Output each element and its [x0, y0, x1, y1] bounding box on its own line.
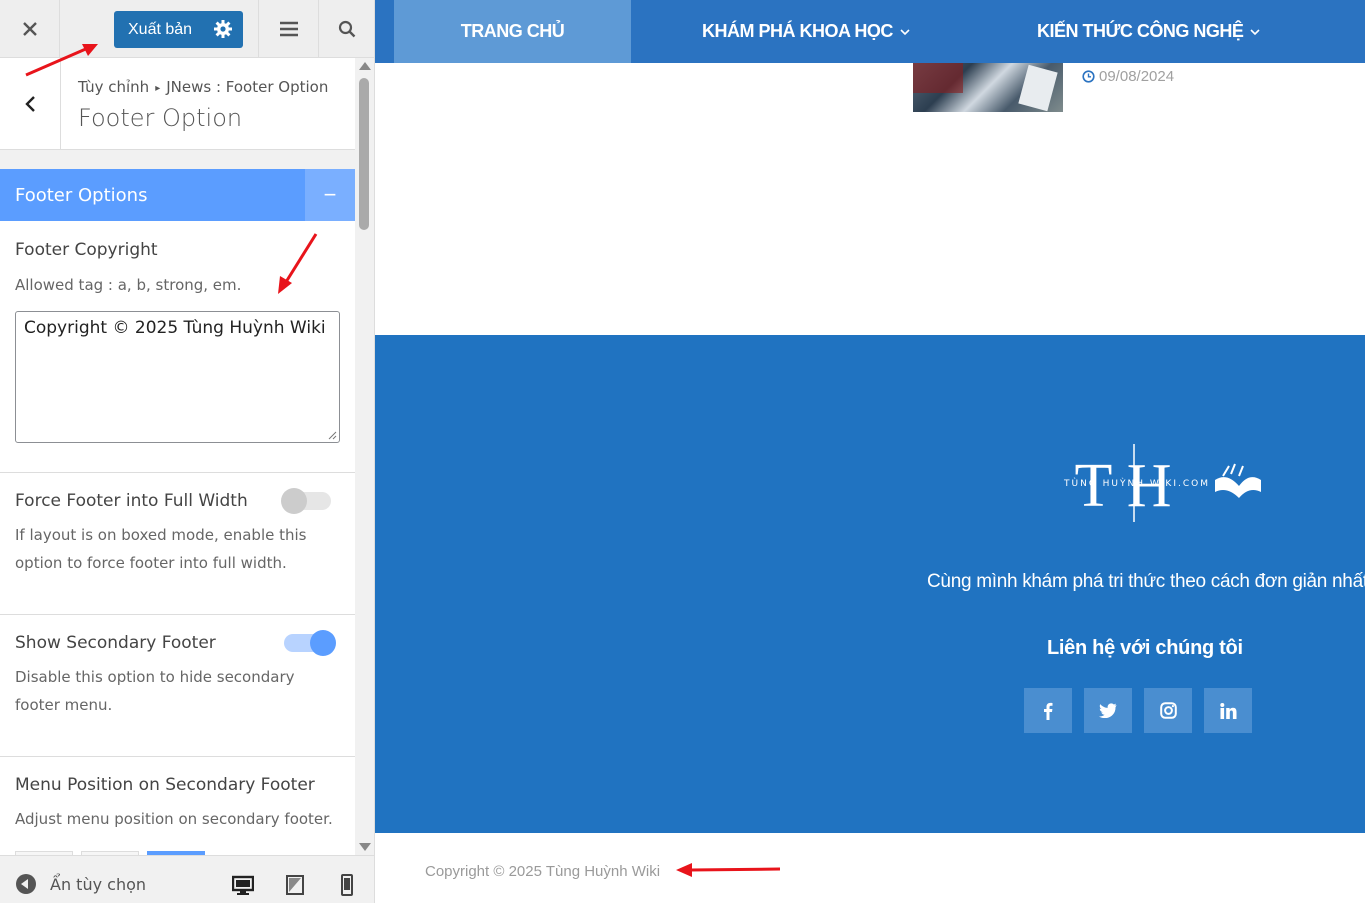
mobile-preview-icon[interactable]	[336, 874, 358, 896]
site-footer: T H TÙNG HUỲNH WIKI.COM Cùng mình khám p…	[375, 335, 1365, 833]
instagram-link[interactable]	[1144, 688, 1192, 733]
svg-text:TÙNG HUỲNH WIKI.COM: TÙNG HUỲNH WIKI.COM	[1063, 477, 1210, 489]
secondary-footer-toggle[interactable]	[284, 630, 336, 656]
divider	[0, 614, 355, 615]
menu-position-desc: Adjust menu position on secondary footer…	[15, 810, 333, 828]
linkedin-link[interactable]	[1204, 688, 1252, 733]
site-logo[interactable]: T H TÙNG HUỲNH WIKI.COM	[1063, 442, 1263, 522]
section-footer-options[interactable]: Footer Options −	[0, 169, 355, 221]
toggle-knob	[310, 630, 336, 656]
facebook-link[interactable]	[1024, 688, 1072, 733]
menu-button[interactable]	[258, 0, 318, 58]
menu-position-title: Menu Position on Secondary Footer	[15, 775, 315, 795]
panel-title: Footer Option	[78, 104, 243, 132]
hide-controls-label: Ẩn tùy chọn	[50, 874, 147, 894]
breadcrumb-separator-icon: ▸	[155, 83, 161, 94]
logo-mark-icon: T H TÙNG HUỲNH WIKI.COM	[1063, 444, 1261, 522]
linkedin-icon	[1219, 702, 1236, 719]
close-button[interactable]	[0, 0, 60, 58]
nav-item-technology[interactable]: KIẾN THỨC CÔNG NGHỆ	[1037, 0, 1261, 63]
tablet-preview-icon[interactable]	[284, 874, 306, 896]
search-icon	[338, 20, 356, 38]
twitter-link[interactable]	[1084, 688, 1132, 733]
copyright-textarea[interactable]: Copyright © 2025 Tùng Huỳnh Wiki	[15, 311, 340, 443]
breadcrumb-root: Tùy chỉnh	[78, 78, 150, 96]
clock-icon	[1082, 70, 1095, 83]
breadcrumb-parent: JNews : Footer Option	[166, 78, 329, 96]
search-button[interactable]	[318, 0, 374, 58]
breadcrumb: Tùy chỉnh ▸ JNews : Footer Option	[78, 78, 328, 96]
panel-header: Tùy chỉnh ▸ JNews : Footer Option Footer O…	[0, 58, 355, 150]
resize-handle-icon[interactable]	[327, 430, 337, 440]
chevron-down-icon	[900, 28, 910, 35]
customizer-topbar: Xuất bản	[0, 0, 374, 58]
nav-item-label: KHÁM PHÁ KHOA HỌC	[702, 21, 893, 41]
full-width-desc: If layout is on boxed mode, enable this …	[15, 526, 307, 572]
copyright-text: Copyright © 2025 Tùng Huỳnh Wiki	[425, 863, 661, 880]
secondary-footer-title: Show Secondary Footer	[15, 633, 216, 653]
gear-icon[interactable]	[213, 19, 233, 39]
back-button[interactable]	[0, 58, 61, 150]
chevron-left-icon	[25, 96, 35, 112]
scroll-thumb[interactable]	[359, 78, 369, 230]
scroll-up-icon[interactable]	[359, 62, 371, 70]
customizer-footer: Ẩn tùy chọn	[0, 855, 374, 903]
full-width-title: Force Footer into Full Width	[15, 491, 248, 511]
section-title: Footer Options	[15, 185, 148, 206]
facebook-icon	[1044, 702, 1053, 720]
publish-label: Xuất bản	[128, 20, 193, 38]
main-nav: TRANG CHỦ KHÁM PHÁ KHOA HỌC KIẾN THỨC CÔ…	[375, 0, 1365, 63]
divider	[0, 472, 355, 473]
collapse-circle-icon	[16, 874, 36, 894]
twitter-icon	[1099, 703, 1117, 718]
close-icon	[22, 22, 37, 36]
post-thumbnail[interactable]	[913, 63, 1063, 112]
hamburger-icon	[279, 21, 298, 37]
contact-title: Liên hệ với chúng tôi	[1047, 637, 1243, 659]
nav-item-label: KIẾN THỨC CÔNG NGHỆ	[1037, 21, 1244, 41]
footer-tagline: Cùng mình khám phá tri thức theo cách đơ…	[927, 571, 1365, 592]
copyright-textarea-value: Copyright © 2025 Tùng Huỳnh Wiki	[24, 318, 326, 338]
customizer-sidebar: Xuất bản Tùy chỉnh ▸ JNews : Footer Option…	[0, 0, 375, 903]
desktop-preview-icon[interactable]	[232, 874, 254, 896]
full-width-toggle[interactable]	[281, 488, 331, 514]
controls-list: Footer Copyright Allowed tag : a, b, str…	[0, 221, 355, 855]
toggle-knob	[281, 488, 307, 514]
secondary-footer-desc: Disable this option to hide secondary fo…	[15, 668, 295, 714]
nav-item-label: TRANG CHỦ	[460, 21, 565, 41]
nav-item-home[interactable]: TRANG CHỦ	[394, 0, 631, 63]
sidebar-scrollbar[interactable]	[356, 58, 374, 855]
chevron-down-icon	[1250, 28, 1261, 35]
social-links	[1024, 688, 1252, 733]
publish-button[interactable]: Xuất bản	[114, 11, 243, 48]
scroll-down-icon[interactable]	[359, 843, 371, 851]
instagram-icon	[1159, 702, 1177, 719]
post-date-text: 09/08/2024	[1099, 68, 1175, 85]
site-preview: TRANG CHỦ KHÁM PHÁ KHOA HỌC KIẾN THỨC CÔ…	[375, 0, 1365, 903]
post-date: 09/08/2024	[1082, 68, 1174, 85]
nav-item-science[interactable]: KHÁM PHÁ KHOA HỌC	[702, 0, 910, 63]
divider	[0, 756, 355, 757]
copyright-title: Footer Copyright	[15, 240, 158, 260]
copyright-bar: Copyright © 2025 Tùng Huỳnh Wiki	[375, 833, 1365, 903]
hide-controls-button[interactable]: Ẩn tùy chọn	[16, 874, 146, 894]
collapse-toggle[interactable]: −	[305, 169, 355, 221]
copyright-desc: Allowed tag : a, b, strong, em.	[15, 276, 242, 294]
